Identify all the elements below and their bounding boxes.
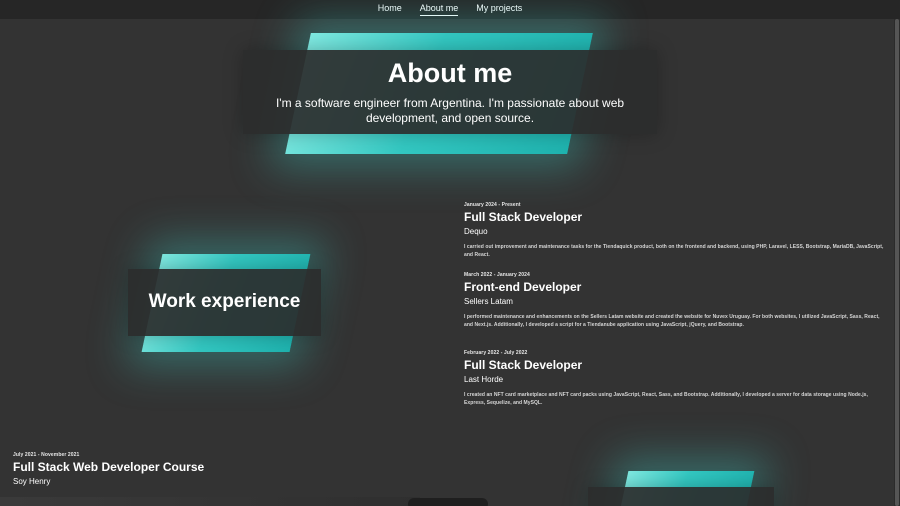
work-entry-company: Sellers Latam — [464, 297, 513, 306]
nav-about-link[interactable]: About me — [419, 3, 459, 16]
about-page: Home About me My projects About me I'm a… — [0, 0, 900, 506]
work-entry: March 2022 - January 2024 Front-end Deve… — [464, 272, 884, 329]
education-entry: July 2021 - November 2021 Full Stack Web… — [13, 452, 313, 486]
next-section-strip — [0, 497, 420, 506]
education-heading-card — [588, 487, 774, 506]
education-entry-institution: Soy Henry — [13, 477, 51, 486]
work-entry: January 2024 - Present Full Stack Develo… — [464, 202, 884, 259]
work-entry-date: January 2024 - Present — [464, 202, 521, 208]
top-nav: Home About me My projects — [0, 0, 900, 19]
education-entry-date: July 2021 - November 2021 — [13, 452, 80, 458]
work-entry: February 2022 - July 2022 Full Stack Dev… — [464, 350, 884, 407]
work-entry-role: Full Stack Developer — [464, 210, 583, 224]
work-entry-description: I carried out improvement and maintenanc… — [464, 244, 884, 258]
page-subtitle: I'm a software engineer from Argentina. … — [275, 96, 625, 125]
page-title: About me — [387, 58, 513, 88]
work-entry-company: Last Horde — [464, 375, 504, 384]
education-entry-title: Full Stack Web Developer Course — [13, 460, 205, 474]
work-entry-role: Front-end Developer — [464, 280, 582, 294]
work-entry-date: March 2022 - January 2024 — [464, 272, 530, 278]
work-entry-description: I created an NFT card marketplace and NF… — [464, 392, 868, 406]
scrollbar-thumb[interactable] — [895, 19, 899, 506]
work-entry-date: February 2022 - July 2022 — [464, 350, 528, 356]
work-entry-description: I performed maintenance and enhancements… — [464, 314, 880, 328]
work-experience-heading: Work experience — [148, 291, 301, 312]
work-entry-company: Dequo — [464, 227, 488, 236]
nav-projects-link[interactable]: My projects — [476, 3, 522, 16]
nav-home-link[interactable]: Home — [378, 3, 402, 16]
work-entry-role: Full Stack Developer — [464, 358, 583, 372]
floating-toolbar[interactable] — [408, 498, 488, 506]
